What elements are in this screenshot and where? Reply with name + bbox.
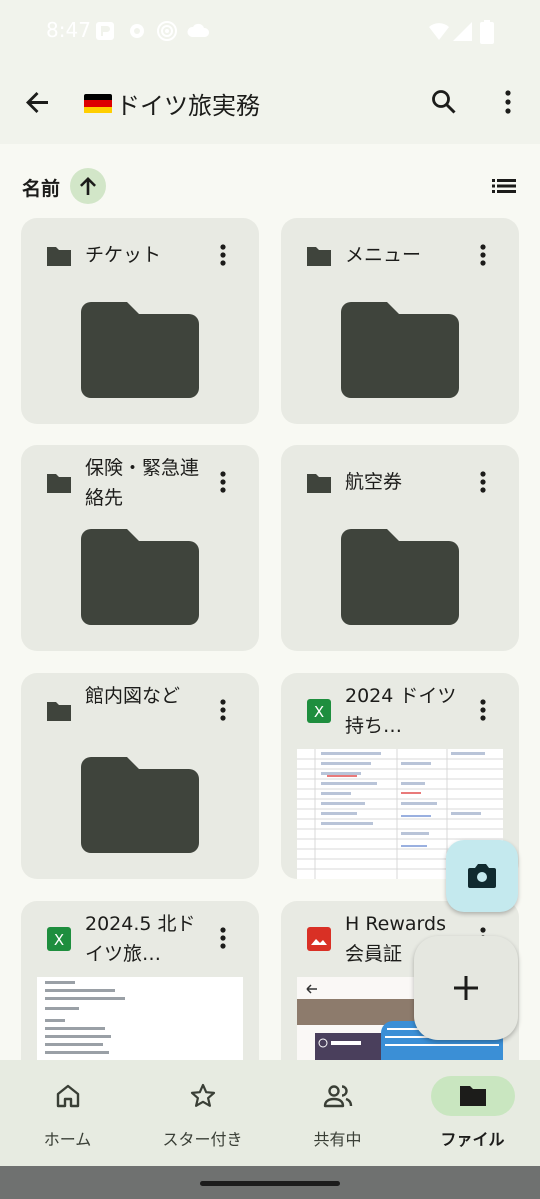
file-thumbnail [37, 977, 243, 1060]
folder-icon [307, 474, 331, 493]
notification-icon [96, 22, 114, 40]
sort-label[interactable]: 名前 [22, 174, 60, 201]
germany-flag-icon [84, 93, 112, 114]
nav-label: スター付き [162, 1130, 243, 1149]
home-icon [56, 1084, 79, 1108]
spreadsheet-preview-image [37, 977, 243, 1060]
more-vert-icon[interactable] [471, 463, 495, 503]
gesture-handle[interactable] [200, 1181, 340, 1186]
bottom-navigation: ホーム スター付き 共有中 ファイル [0, 1060, 540, 1166]
people-icon [323, 1085, 352, 1108]
file-name: チケット [85, 244, 162, 266]
folder-thumbnail-icon [81, 529, 199, 625]
folder-thumbnail-icon [81, 757, 199, 853]
folder-icon [47, 702, 71, 721]
app-bar: ドイツ旅実務 [0, 62, 540, 144]
folder-thumbnail-icon [341, 529, 459, 625]
nav-starred[interactable]: スター付き [135, 1060, 270, 1166]
spreadsheet-card[interactable]: X 2024.5 北ドイツ旅… [21, 901, 259, 1060]
status-time: 8:47 [46, 18, 91, 42]
list-view-button[interactable] [488, 172, 520, 200]
file-name: メニュー [345, 244, 422, 266]
star-icon [190, 1083, 215, 1107]
search-button[interactable] [424, 82, 464, 122]
folder-card[interactable]: メニュー [281, 218, 519, 424]
battery-icon [480, 20, 494, 44]
folder-title: ドイツ旅実務 [84, 86, 260, 121]
plus-icon [454, 976, 478, 1000]
folder-thumbnail-icon [341, 302, 459, 398]
folder-card[interactable]: チケット [21, 218, 259, 424]
back-button[interactable] [18, 82, 58, 122]
more-vert-icon [505, 90, 511, 114]
arrow-up-icon [80, 177, 96, 195]
image-file-icon [307, 927, 331, 951]
sort-direction-button[interactable] [70, 168, 106, 204]
cloud-icon [187, 23, 210, 37]
folder-card[interactable]: 航空券 [281, 445, 519, 651]
arrow-back-icon [26, 92, 48, 113]
file-name: 保険・緊急連絡先 [85, 457, 200, 509]
nav-label: 共有中 [313, 1130, 362, 1149]
more-vert-icon[interactable] [471, 236, 495, 276]
sheets-file-icon: X [307, 699, 331, 723]
file-name: 2024.5 北ドイツ旅… [85, 913, 196, 965]
folder-icon [307, 247, 331, 266]
camera-icon [468, 864, 496, 888]
more-vert-icon[interactable] [211, 691, 235, 731]
folder-title-text: ドイツ旅実務 [116, 92, 260, 120]
nav-home[interactable]: ホーム [0, 1060, 135, 1166]
folder-icon [47, 247, 71, 266]
new-item-button[interactable] [414, 936, 518, 1040]
status-bar: 8:47 [0, 0, 540, 62]
more-vert-icon[interactable] [211, 463, 235, 503]
file-name: 航空券 [345, 471, 403, 493]
more-vert-icon[interactable] [211, 919, 235, 959]
file-type-letter: X [314, 703, 324, 721]
search-icon [432, 90, 456, 114]
nav-files[interactable]: ファイル [405, 1060, 540, 1166]
file-grid-area: 名前 チケット メニュー 保険・緊急連絡先 航空券 館内図など X 2024 ド… [0, 144, 540, 1060]
folder-card[interactable]: 保険・緊急連絡先 [21, 445, 259, 651]
wifi-icon [429, 23, 449, 40]
settings-status-icon [130, 24, 144, 38]
more-vert-icon[interactable] [471, 691, 495, 731]
nav-label: ファイル [440, 1130, 505, 1149]
folder-icon [459, 1086, 486, 1106]
more-vert-icon[interactable] [211, 236, 235, 276]
folder-card[interactable]: 館内図など [21, 673, 259, 879]
hotspot-icon [157, 21, 177, 41]
scan-camera-button[interactable] [446, 840, 518, 912]
file-name: 2024 ドイツ 持ち… [345, 685, 457, 737]
signal-icon [453, 22, 472, 41]
file-type-letter: X [54, 931, 64, 949]
nav-shared[interactable]: 共有中 [270, 1060, 405, 1166]
folder-thumbnail-icon [81, 302, 199, 398]
list-view-icon [492, 179, 516, 193]
sheets-file-icon: X [47, 927, 71, 951]
folder-icon [47, 474, 71, 493]
more-options-button[interactable] [490, 82, 526, 122]
gesture-navigation-area [0, 1166, 540, 1199]
file-name: 館内図など [85, 685, 181, 707]
nav-label: ホーム [43, 1130, 92, 1149]
